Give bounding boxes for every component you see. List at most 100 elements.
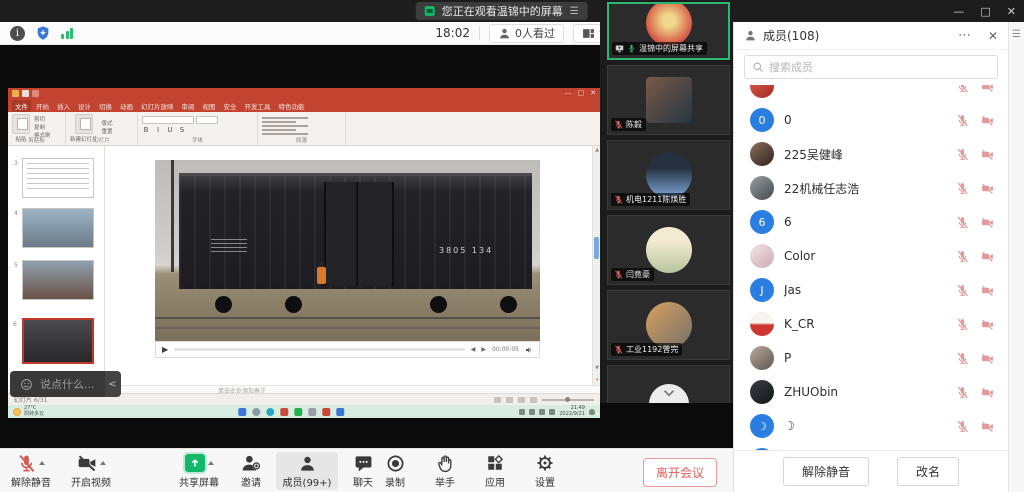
app-blue-icon[interactable] [336,408,344,416]
next-frame-button[interactable]: ▶ [481,346,486,353]
bold-button[interactable]: B [142,126,150,134]
minimize-button[interactable]: — [953,5,964,18]
paste-button[interactable] [12,114,30,134]
slide-thumbnail-5[interactable]: 5 [22,260,94,300]
tab-devtools[interactable]: 开发工具 [242,100,274,112]
volume-icon[interactable] [525,346,533,354]
layout-button[interactable]: 版式 [102,121,113,128]
toolbar-settings[interactable]: 设置 [522,452,568,490]
video-tile[interactable]: 机电1211陈焕胜 [607,140,730,210]
toolbar-raise-hand[interactable]: 举手 [422,452,468,490]
wps-window-controls[interactable]: —□✕ [565,90,597,97]
unmute-button[interactable]: 解除静音 [783,457,869,486]
member-row[interactable]: 22机械任志浩 [734,171,1008,205]
maximize-button[interactable]: □ [980,5,990,18]
rename-button[interactable]: 改名 [897,457,959,486]
taskbar-weather[interactable]: 27°C 阴转多云 [13,406,44,417]
view-slideshow-icon[interactable] [530,397,537,403]
tab-file[interactable]: 文件 [12,100,31,112]
tab-features[interactable]: 特色功能 [276,100,308,112]
member-row[interactable]: 0 0 [734,103,1008,137]
italic-button[interactable]: I [154,126,162,134]
app-red-icon[interactable] [280,408,288,416]
tab-animation[interactable]: 动画 [117,100,136,112]
video-tile-sharer[interactable]: 温锦中的屏幕共享 [607,2,730,60]
toolbar-unmute[interactable]: 解除静音 [2,452,60,490]
member-row[interactable] [734,443,1008,450]
security-shield-icon[interactable] [35,25,51,41]
tab-transition[interactable]: 切换 [96,100,115,112]
toolbar-share-screen[interactable]: 共享屏幕 [170,452,228,490]
toolbar-members[interactable]: 成员(99+) [276,452,338,490]
slide-thumbnail-3[interactable]: 3 [22,158,94,198]
slide-thumbnail-4[interactable]: 4 [22,208,94,248]
member-row[interactable]: J Jas [734,273,1008,307]
media-progress-track[interactable] [174,348,465,351]
tab-insert[interactable]: 插入 [54,100,73,112]
font-name-select[interactable] [142,116,194,124]
tray-network-icon[interactable] [549,409,555,415]
video-tile[interactable]: 陈毅 [607,65,730,135]
tab-review[interactable]: 审阅 [179,100,198,112]
chevron-up-icon[interactable] [208,461,214,465]
tray-chevron-icon[interactable] [519,409,525,415]
taskbar-clock[interactable]: 21:49 2022/9/21 [559,406,585,418]
member-row[interactable]: ☽ ☽ [734,409,1008,443]
screen-watch-banner[interactable]: 您正在观看温锦中的屏幕 ☰ [416,2,588,20]
wps-redo-icon[interactable] [32,90,39,97]
view-normal-icon[interactable] [494,397,501,403]
chevron-up-icon[interactable] [39,461,45,465]
chat-collapse-button[interactable]: < [105,371,121,397]
member-row[interactable]: Color [734,239,1008,273]
scrollbar-thumb[interactable] [594,237,599,259]
toolbar-invite[interactable]: 邀请 [228,452,274,490]
member-row[interactable]: 225吴健峰 [734,137,1008,171]
meeting-info-icon[interactable]: i [10,26,25,41]
toolbar-apps[interactable]: 应用 [472,452,518,490]
tray-volume-icon[interactable] [539,409,545,415]
toolbar-record[interactable]: 录制 [372,452,418,490]
member-row[interactable] [734,85,1008,103]
video-tile[interactable]: 闫竟豪 [607,215,730,285]
wps-undo-icon[interactable] [22,90,29,97]
windows-start-icon[interactable] [238,408,246,416]
slide-scrollbar[interactable]: ▲ ▼ « [592,146,600,385]
tab-slideshow[interactable]: 幻灯片放映 [138,100,177,112]
zoom-slider[interactable] [542,399,594,401]
wechat-icon[interactable] [294,408,302,416]
viewers-button[interactable]: 0人看过 [489,24,564,43]
tray-input-icon[interactable] [529,409,535,415]
underline-button[interactable]: U [166,126,174,134]
member-row[interactable]: P [734,341,1008,375]
scroll-more-button[interactable] [649,384,689,403]
powerpoint-icon[interactable] [322,408,330,416]
alignment-buttons[interactable] [262,114,341,135]
slide-thumbnail-6-selected[interactable]: 6 [22,318,94,364]
dock-menu-icon[interactable]: ☰ [1012,29,1021,40]
wps-save-icon[interactable] [12,90,19,97]
play-button[interactable]: ▶ [162,345,168,354]
copy-button[interactable]: 复制 [34,125,51,132]
video-tile-more[interactable] [607,365,730,403]
view-reading-icon[interactable] [518,397,525,403]
member-search-box[interactable] [744,55,998,79]
smiley-icon[interactable] [20,378,33,391]
banner-menu-icon[interactable]: ☰ [570,6,579,17]
app-gray-icon[interactable] [308,408,316,416]
new-slide-button[interactable] [75,114,93,134]
member-row[interactable]: 6 6 [734,205,1008,239]
tab-view[interactable]: 视图 [200,100,219,112]
taskbar-search-icon[interactable] [252,408,260,416]
toolbar-start-video[interactable]: 开启视频 [62,452,120,490]
cut-button[interactable]: 剪切 [34,117,51,124]
view-sorter-icon[interactable] [506,397,513,403]
tab-design[interactable]: 设计 [75,100,94,112]
close-button[interactable]: ✕ [1007,5,1016,18]
strike-button[interactable]: S [178,126,186,134]
chat-input[interactable]: 说点什么... [10,371,105,397]
tab-home[interactable]: 开始 [33,100,52,112]
chevron-up-icon[interactable] [100,461,106,465]
leave-meeting-button[interactable]: 离开会议 [643,458,717,487]
network-signal-icon[interactable] [61,27,73,39]
search-input[interactable] [769,61,990,74]
